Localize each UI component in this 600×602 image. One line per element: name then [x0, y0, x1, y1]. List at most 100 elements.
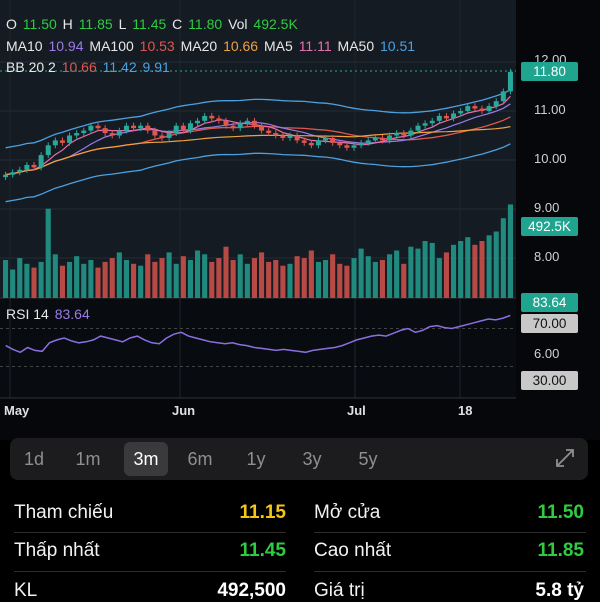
thap-nhat-value: 11.45 — [239, 540, 287, 561]
volume-bar — [280, 265, 286, 298]
candle-body — [45, 145, 51, 156]
candle-body — [17, 169, 23, 173]
volume-bar — [408, 246, 414, 298]
expand-icon[interactable] — [554, 447, 576, 474]
candle-body — [237, 123, 243, 129]
candle-body — [223, 120, 229, 126]
candle-body — [443, 115, 449, 119]
candle-body — [280, 135, 286, 138]
volume-bar — [59, 265, 65, 298]
range-1m[interactable]: 1m — [66, 442, 110, 476]
volume-bar — [451, 244, 457, 298]
volume-bar — [315, 261, 321, 298]
candle-body — [67, 135, 73, 143]
range-5y[interactable]: 5y — [346, 442, 390, 476]
volume-bar — [330, 254, 336, 298]
volume-bar — [394, 250, 400, 298]
candle-body — [159, 135, 165, 138]
candle-body — [131, 125, 137, 129]
volume-bar — [109, 258, 115, 298]
volume-bar — [259, 252, 265, 298]
chart-area[interactable]: O 11.50 H 11.85 L 11.45 C 11.80 Vol 492.… — [0, 0, 600, 440]
candle-body — [74, 133, 80, 136]
volume-bar — [507, 204, 513, 298]
candle-body — [301, 140, 307, 143]
candle-body — [422, 123, 428, 126]
ohlc-l-label: L — [118, 16, 127, 32]
volume-bar — [308, 250, 314, 298]
ohlc-o-label: O — [6, 16, 17, 32]
volume-bar — [88, 260, 94, 298]
candle-body — [95, 125, 101, 129]
volume-bar — [429, 242, 435, 298]
cao-nhat-value: 11.85 — [537, 540, 585, 561]
volume-bar — [38, 261, 44, 298]
volume-bar — [187, 260, 193, 298]
range-6m[interactable]: 6m — [178, 442, 222, 476]
bb-middle: 10.66 — [61, 59, 97, 75]
candle-body — [145, 125, 151, 131]
candle-body — [52, 140, 58, 146]
volume-bar — [486, 235, 492, 298]
rsi-upper-tag: 70.00 — [521, 314, 578, 333]
candle-body — [180, 125, 186, 131]
volume-bar — [159, 258, 165, 298]
volume-bar — [152, 261, 158, 298]
candle-body — [81, 130, 87, 134]
candle-body — [372, 137, 378, 141]
volume-bar — [443, 252, 449, 298]
volume-bar — [145, 254, 151, 298]
candle-body — [287, 135, 293, 138]
ma-legend: MA10 10.94 MA100 10.53 MA20 10.66 MA5 11… — [6, 38, 417, 54]
ohlc-close: 11.80 — [188, 16, 223, 32]
volume-bar — [294, 256, 300, 298]
range-3y[interactable]: 3y — [290, 442, 334, 476]
candle-body — [109, 133, 115, 136]
price-tick-8: 8.00 — [534, 249, 560, 264]
candle-body — [387, 135, 393, 141]
cao-nhat-label: Cao nhất — [314, 540, 392, 561]
volume-bar — [237, 254, 243, 298]
rsi-legend: RSI 14 83.64 — [6, 306, 92, 322]
range-1d[interactable]: 1d — [12, 442, 56, 476]
rsi-value: 83.64 — [54, 306, 90, 322]
volume-bar — [387, 254, 393, 298]
price-tick-11: 11.00 — [534, 102, 566, 117]
volume-bar — [337, 263, 343, 298]
candle-body — [465, 106, 471, 111]
candle-body — [102, 128, 108, 134]
volume-bar — [266, 261, 272, 298]
volume-bar — [465, 237, 471, 298]
candle-body — [344, 145, 350, 148]
ma-label: MA5 — [264, 38, 297, 54]
candle-body — [166, 133, 172, 138]
volume-bar — [116, 252, 122, 298]
x-label-jun: Jun — [172, 403, 196, 418]
volume-bar — [216, 258, 222, 298]
ma-label: MA50 — [337, 38, 379, 54]
candle-body — [458, 111, 464, 114]
candle-body — [59, 140, 65, 143]
mo-cua-label: Mở cửa — [314, 502, 381, 523]
candle-body — [337, 142, 343, 146]
candle-body — [123, 125, 129, 131]
candle-body — [408, 130, 414, 136]
candle-body — [209, 115, 215, 119]
ma-label: MA10 — [6, 38, 47, 54]
ma-value: 10.94 — [48, 38, 88, 54]
tham-chieu-value: 11.15 — [239, 502, 287, 523]
candle-body — [394, 133, 400, 136]
candle-body — [152, 130, 158, 136]
volume-bar — [415, 248, 421, 298]
volume-bar — [209, 261, 215, 298]
range-1y[interactable]: 1y — [234, 442, 278, 476]
candle-body — [195, 120, 201, 124]
volume-bar — [3, 260, 9, 298]
ohlc-legend: O 11.50 H 11.85 L 11.45 C 11.80 Vol 492.… — [6, 16, 300, 32]
candle-body — [202, 115, 208, 121]
volume-bar — [17, 258, 23, 298]
gia-tri-label: Giá trị — [314, 580, 365, 601]
volume-bar — [67, 261, 73, 298]
range-3m[interactable]: 3m — [124, 442, 168, 476]
candle-body — [273, 133, 279, 136]
